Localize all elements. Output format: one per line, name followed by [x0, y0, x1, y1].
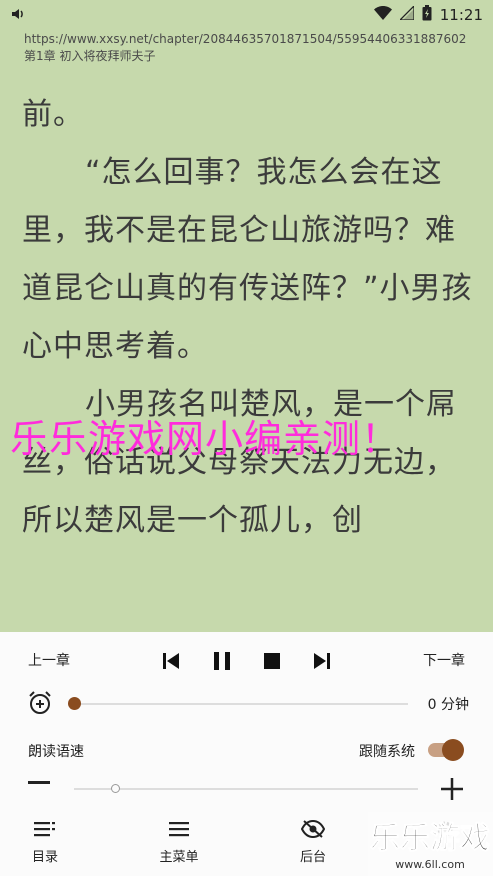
- skip-previous-button[interactable]: [156, 646, 186, 676]
- site-logo: 乐乐游戏 www.6ll.com: [368, 812, 493, 876]
- skip-next-icon: [314, 653, 330, 669]
- increase-speed-button[interactable]: [440, 777, 464, 801]
- chapter-title: 第1章 初入将夜拜师夫子: [24, 49, 156, 63]
- chapter-url: https://www.xxsy.net/chapter/20844635701…: [24, 32, 467, 46]
- tab-background[interactable]: 后台: [268, 816, 358, 865]
- status-bar: 11:21: [0, 0, 493, 28]
- alarm-add-icon[interactable]: [27, 690, 53, 720]
- wifi-icon: [373, 6, 392, 24]
- speech-rate-label: 朗读语速: [28, 744, 84, 760]
- watermark-text: 乐乐游戏网小编亲测！: [10, 417, 401, 461]
- clock: 11:21: [439, 6, 483, 24]
- battery-icon: [422, 5, 432, 25]
- prev-chapter-button[interactable]: 上一章: [28, 650, 70, 670]
- stop-button[interactable]: [257, 646, 287, 676]
- paragraph: 前。: [22, 97, 84, 132]
- speed-slider-track[interactable]: [74, 788, 418, 790]
- svg-text:www.6ll.com: www.6ll.com: [395, 858, 465, 871]
- menu-icon: [134, 816, 224, 842]
- tab-label: 主菜单: [159, 850, 199, 865]
- timer-slider-track[interactable]: [74, 703, 408, 705]
- pause-button[interactable]: [207, 646, 237, 676]
- stop-icon: [264, 653, 280, 669]
- svg-text:乐乐游戏: 乐乐游戏: [370, 821, 490, 856]
- timer-value: 0 分钟: [427, 697, 469, 713]
- toc-icon: [0, 816, 90, 842]
- timer-slider-thumb[interactable]: [68, 697, 81, 710]
- decrease-speed-button[interactable]: [28, 781, 50, 784]
- eye-off-icon: [268, 816, 358, 842]
- paragraph: 小男孩名叫楚风，是一个屌丝，俗话说父母祭天法力无边，所以楚风是一个孤儿，创: [22, 387, 457, 538]
- tab-main-menu[interactable]: 主菜单: [134, 816, 224, 865]
- plus-icon: [441, 778, 463, 800]
- follow-system-toggle-thumb[interactable]: [442, 739, 464, 761]
- volume-icon: [10, 6, 26, 26]
- speed-slider-thumb[interactable]: [111, 784, 121, 793]
- paragraph: “怎么回事？我怎么会在这里，我不是在昆仑山旅游吗？难道昆仑山真的有传送阵？”小男…: [22, 155, 473, 364]
- signal-icon: [398, 4, 415, 24]
- skip-previous-icon: [163, 653, 179, 669]
- tab-label: 后台: [299, 850, 326, 865]
- next-chapter-button[interactable]: 下一章: [423, 650, 465, 670]
- pause-icon: [214, 652, 230, 670]
- follow-system-label: 跟随系统: [359, 744, 415, 760]
- tab-toc[interactable]: 目录: [0, 816, 90, 865]
- skip-next-button[interactable]: [307, 646, 337, 676]
- tab-label: 目录: [31, 850, 58, 865]
- reader-content[interactable]: 前。 “怎么回事？我怎么会在这里，我不是在昆仑山旅游吗？难道昆仑山真的有传送阵？…: [22, 86, 474, 550]
